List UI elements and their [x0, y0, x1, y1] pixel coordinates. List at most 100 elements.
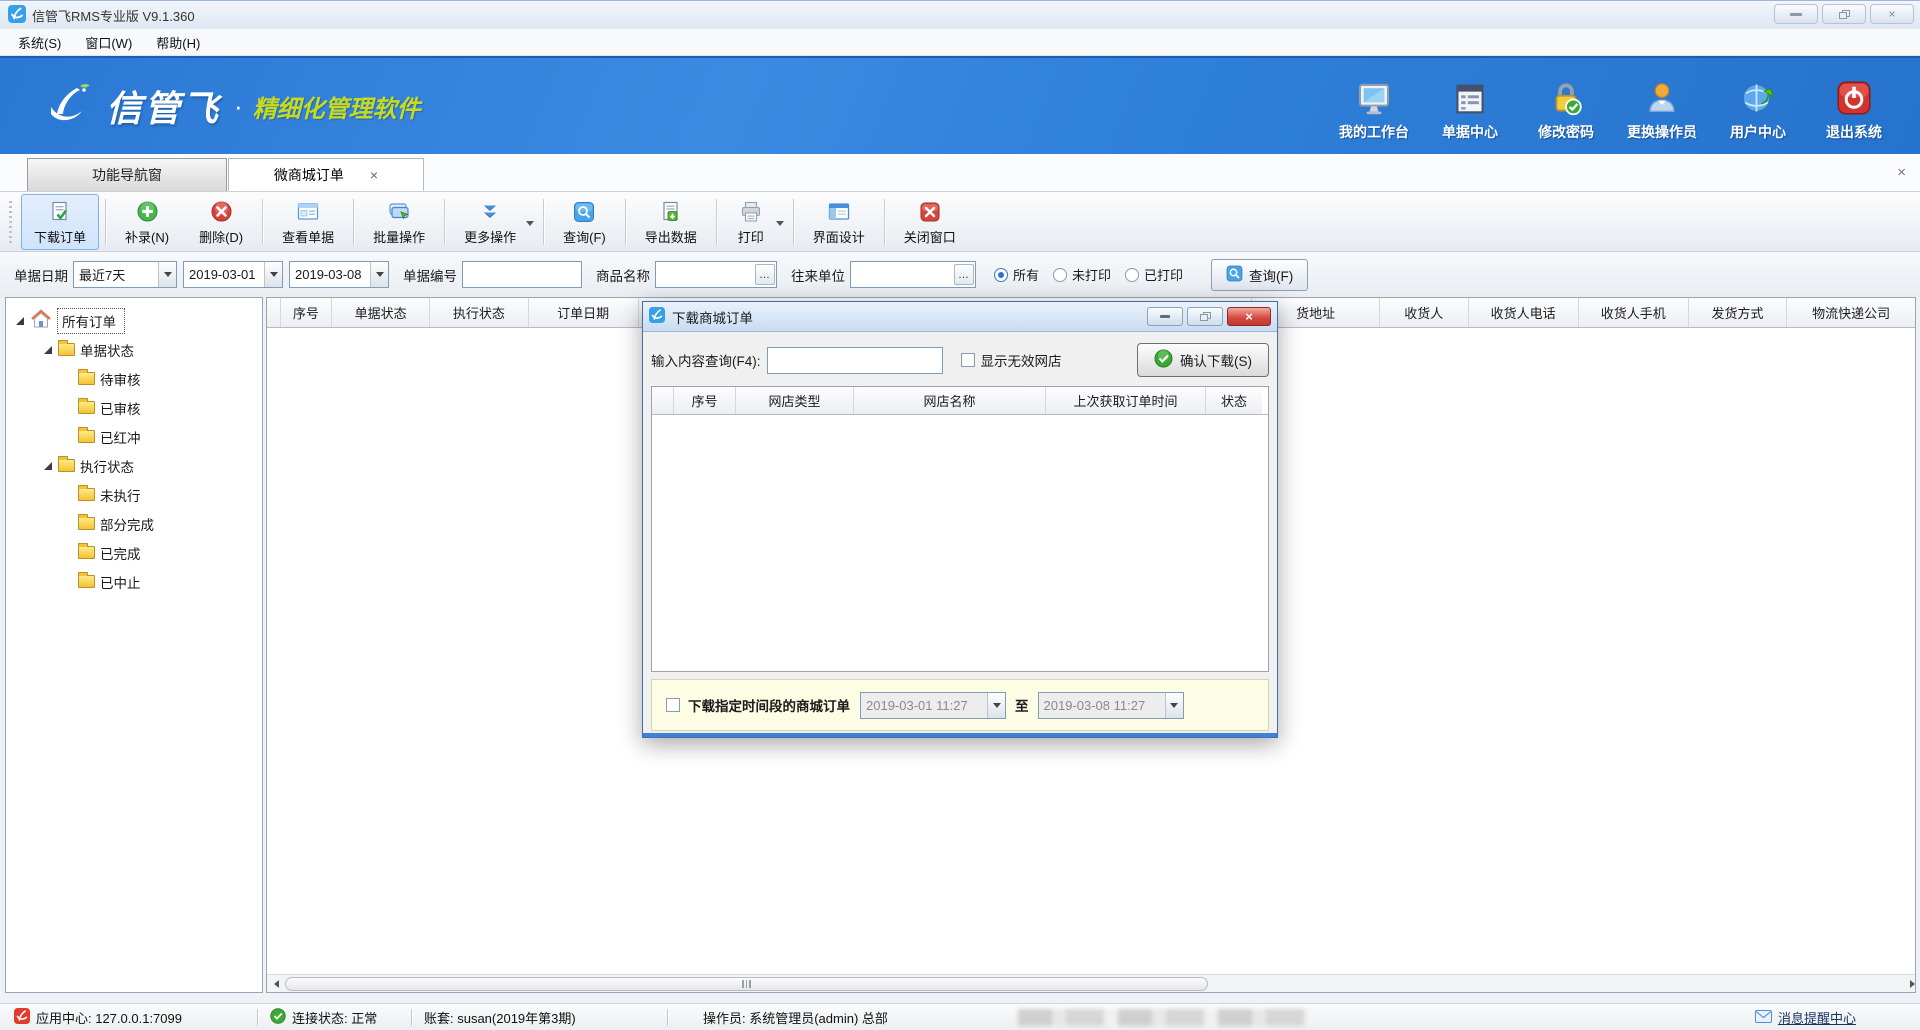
shop-col-seq[interactable]: 序号 — [674, 387, 736, 414]
status-operator: 操作员: 系统管理员(admin) 总部 — [703, 1004, 888, 1030]
browse-ellipsis-button[interactable]: … — [954, 264, 974, 285]
switch-operator-button[interactable]: 更换操作员 — [1614, 72, 1710, 142]
tree-item-pending-audit[interactable]: 待审核 — [6, 364, 262, 393]
dialog-close-button[interactable]: × — [1227, 307, 1271, 326]
dialog-restore-button[interactable] — [1187, 307, 1223, 326]
document-center-button[interactable]: 单据中心 — [1422, 72, 1518, 142]
range-from-combo[interactable]: 2019-03-01 11:27 — [860, 692, 1006, 719]
col-order-date[interactable]: 订单日期 — [529, 298, 639, 327]
tab-close-icon[interactable]: × — [370, 167, 378, 183]
chevron-down-icon[interactable] — [370, 262, 388, 287]
chevron-down-icon[interactable] — [264, 262, 282, 287]
toolbar-separator — [884, 199, 885, 245]
filter-query-label: 查询(F) — [1249, 265, 1293, 285]
download-orders-button[interactable]: 下载订单 — [21, 194, 99, 250]
query-button[interactable]: 查询(F) — [550, 194, 619, 250]
range-checkbox[interactable] — [666, 698, 680, 712]
col-consignee[interactable]: 收货人 — [1380, 298, 1469, 327]
dialog-search-input[interactable] — [767, 347, 943, 374]
dropdown-arrow-icon[interactable] — [776, 221, 784, 226]
tree-item-reversed[interactable]: 已红冲 — [6, 422, 262, 451]
batch-operation-button[interactable]: 批量操作 — [360, 194, 438, 250]
tree-item-not-executed[interactable]: 未执行 — [6, 480, 262, 509]
banner: 信管飞 · 精细化管理软件 我的工作台 单据中心 修改密码 — [0, 56, 1920, 154]
restore-button[interactable] — [1822, 4, 1866, 24]
message-center-link[interactable]: 消息提醒中心 — [1778, 1008, 1856, 1027]
tree-item-exec-status[interactable]: 执行状态 — [6, 451, 262, 480]
menu-system[interactable]: 系统(S) — [6, 29, 73, 56]
col-consignee-mobile[interactable]: 收货人手机 — [1579, 298, 1689, 327]
radio-icon — [994, 268, 1008, 282]
folder-icon — [78, 575, 95, 588]
col-seq[interactable]: 序号 — [281, 298, 332, 327]
minimize-button[interactable] — [1774, 4, 1818, 24]
radio-printed[interactable]: 已打印 — [1125, 265, 1183, 284]
date-from-combo[interactable]: 2019-03-01 — [183, 261, 283, 288]
menu-help[interactable]: 帮助(H) — [144, 29, 212, 56]
export-data-button[interactable]: 导出数据 — [632, 194, 710, 250]
col-exec-status[interactable]: 执行状态 — [430, 298, 528, 327]
radio-all[interactable]: 所有 — [994, 265, 1039, 284]
view-document-label: 查看单据 — [282, 227, 334, 246]
shop-col-type[interactable]: 网店类型 — [736, 387, 854, 414]
tree-item-doc-status[interactable]: 单据状态 — [6, 335, 262, 364]
col-logistics-company[interactable]: 物流快递公司 — [1787, 298, 1915, 327]
dialog-minimize-button[interactable] — [1147, 307, 1183, 326]
shop-col-last-fetch-time[interactable]: 上次获取订单时间 — [1046, 387, 1206, 414]
supplement-button[interactable]: 补录(N) — [112, 194, 182, 250]
status-connection-text: 连接状态: 正常 — [292, 1008, 377, 1027]
order-no-input[interactable] — [462, 261, 582, 288]
col-ship-method[interactable]: 发货方式 — [1689, 298, 1787, 327]
tab-function-nav[interactable]: 功能导航窗 — [27, 158, 227, 191]
col-consignee-phone[interactable]: 收货人电话 — [1469, 298, 1579, 327]
dialog-search-label: 输入内容查询(F4): — [651, 350, 761, 370]
tree-item-partial-done[interactable]: 部分完成 — [6, 509, 262, 538]
tree-expander-icon[interactable] — [44, 462, 52, 470]
tree-expander-icon[interactable] — [44, 346, 52, 354]
tabstrip-close-icon[interactable]: × — [1897, 164, 1906, 181]
horizontal-scrollbar[interactable] — [267, 974, 1915, 992]
radio-unprinted[interactable]: 未打印 — [1053, 265, 1111, 284]
date-preset-combo[interactable]: 最近7天 — [73, 261, 177, 288]
tree-item-done[interactable]: 已完成 — [6, 538, 262, 567]
toolbar-separator — [793, 199, 794, 245]
tree-item-aborted[interactable]: 已中止 — [6, 567, 262, 596]
menu-window[interactable]: 窗口(W) — [73, 29, 144, 56]
more-operations-button[interactable]: 更多操作 — [451, 194, 537, 250]
dropdown-arrow-icon[interactable] — [526, 221, 534, 226]
shop-col-name[interactable]: 网店名称 — [854, 387, 1046, 414]
tree-item-all-orders[interactable]: 所有订单 — [6, 306, 262, 335]
order-tree-panel: 所有订单 单据状态 待审核 已审核 已红冲 执行状 — [5, 297, 263, 993]
chevron-down-icon[interactable] — [158, 262, 176, 287]
tree-item-audited[interactable]: 已审核 — [6, 393, 262, 422]
date-to-combo[interactable]: 2019-03-08 — [289, 261, 389, 288]
change-password-button[interactable]: 修改密码 — [1518, 72, 1614, 142]
delete-button[interactable]: 删除(D) — [186, 194, 256, 250]
scroll-right-icon[interactable] — [1897, 976, 1915, 992]
close-window-button[interactable]: 关闭窗口 — [891, 194, 969, 250]
shop-col-status[interactable]: 状态 — [1206, 387, 1262, 414]
dialog-title-bar[interactable]: 下载商城订单 × — [643, 302, 1277, 332]
status-message-center[interactable]: 消息提醒中心 — [1755, 1004, 1856, 1030]
ui-design-button[interactable]: 界面设计 — [800, 194, 878, 250]
toolbar-grip[interactable] — [8, 201, 13, 243]
toolbar-separator — [353, 199, 354, 245]
view-document-button[interactable]: 查看单据 — [269, 194, 347, 250]
range-to-combo[interactable]: 2019-03-08 11:27 — [1038, 692, 1184, 719]
browse-ellipsis-button[interactable]: … — [755, 264, 775, 285]
col-doc-status[interactable]: 单据状态 — [332, 298, 430, 327]
exit-system-button[interactable]: 退出系统 — [1806, 72, 1902, 142]
show-invalid-shops-checkbox[interactable]: 显示无效网店 — [961, 350, 1062, 370]
chevron-down-icon[interactable] — [1165, 693, 1183, 718]
user-center-button[interactable]: 用户中心 — [1710, 72, 1806, 142]
print-button[interactable]: 打印 — [723, 194, 787, 250]
scroll-left-icon[interactable] — [267, 976, 285, 992]
scrollbar-thumb[interactable] — [285, 977, 1208, 991]
tab-micro-mall-orders[interactable]: 微商城订单 × — [228, 158, 424, 191]
close-button[interactable]: × — [1870, 4, 1914, 24]
confirm-download-button[interactable]: 确认下载(S) — [1137, 343, 1269, 377]
filter-query-button[interactable]: 查询(F) — [1211, 259, 1308, 291]
tree-expander-icon[interactable] — [16, 317, 24, 325]
workbench-button[interactable]: 我的工作台 — [1326, 72, 1422, 142]
chevron-down-icon[interactable] — [987, 693, 1005, 718]
